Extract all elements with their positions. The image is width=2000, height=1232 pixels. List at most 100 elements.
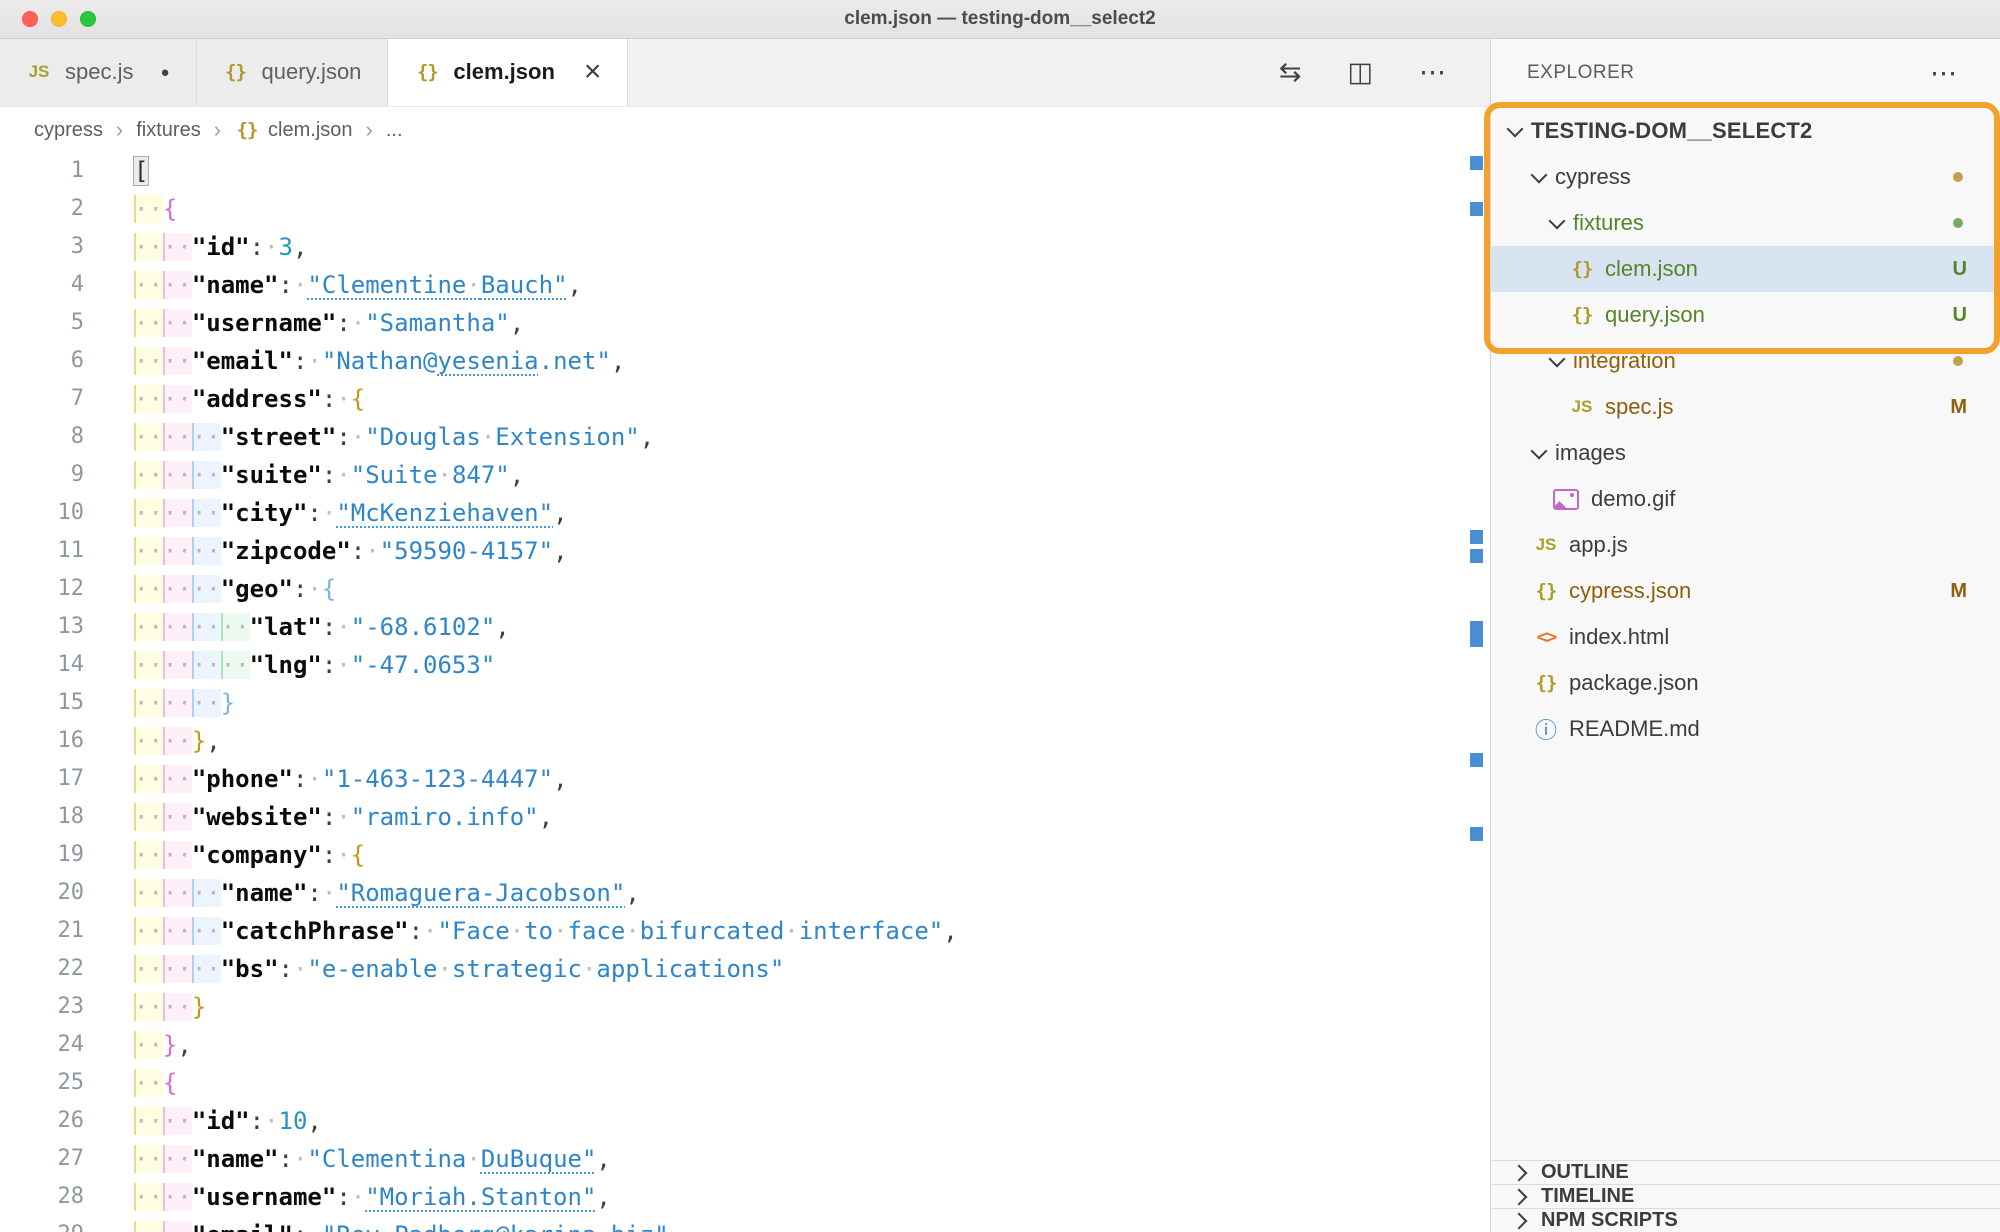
token: , [510,309,524,337]
whitespace: ·· [134,765,163,793]
line-number: 12 [0,570,84,608]
whitespace: · [336,461,350,489]
tab-spec.js[interactable]: JSspec.js● [0,38,197,106]
line-number: 21 [0,912,84,950]
line-number: 27 [0,1140,84,1178]
line-number: 1 [0,152,84,190]
token: } [163,1031,177,1059]
whitespace: ·· [163,575,192,603]
line-number: 29 [0,1216,84,1232]
token: , [495,613,509,641]
tab-query.json[interactable]: {}query.json [197,38,389,106]
token: , [553,765,567,793]
explorer-item-package-json[interactable]: {}package.json [1491,660,2000,706]
token: "city" [221,499,308,527]
editor-actions: ⇆ ◫ ⋯ [1279,38,1490,106]
whitespace: · [322,879,336,907]
code-line: ····"id":·10, [134,1102,1466,1140]
open-changes-icon[interactable]: ⇆ [1279,59,1302,86]
token: "Face [437,917,509,945]
sidebar-spacer [1491,752,2000,1160]
explorer-item-clem-json[interactable]: {}clem.jsonU [1491,246,2000,292]
token: "Clementina [307,1145,466,1173]
close-icon[interactable]: × [584,57,602,87]
sidebar-sections: OUTLINETIMELINENPM SCRIPTS [1491,1160,2000,1232]
whitespace: ·· [134,461,163,489]
breadcrumb-item-fixtures[interactable]: fixtures [136,119,200,142]
whitespace: ·· [163,765,192,793]
panel-outline[interactable]: OUTLINE [1491,1160,2000,1184]
explorer-item-integration[interactable]: integration [1491,338,2000,384]
whitespace: ·· [163,499,192,527]
whitespace: ·· [163,803,192,831]
whitespace: · [510,917,524,945]
json-icon: {} [1533,672,1559,694]
item-label: app.js [1569,532,1628,558]
whitespace: ·· [163,1221,192,1232]
token: "Samantha" [365,309,510,337]
explorer-item-app-js[interactable]: JSapp.js [1491,522,2000,568]
item-label: demo.gif [1591,486,1675,512]
token: "phone" [192,765,293,793]
line-number: 10 [0,494,84,532]
whitespace: ·· [163,347,192,375]
split-editor-icon[interactable]: ◫ [1347,59,1373,86]
panel-npm-scripts[interactable]: NPM SCRIPTS [1491,1208,2000,1232]
explorer-item-images[interactable]: images [1491,430,2000,476]
token: "address" [192,385,322,413]
whitespace: ·· [134,651,163,679]
code-editor[interactable]: 1234567891011121314151617181920212223242… [0,152,1490,1232]
breadcrumb-item-[interactable]: ... [386,119,403,142]
token: "email" [192,1221,293,1232]
token: : [250,1107,264,1135]
token: "geo" [221,575,293,603]
token: DuBuque" [481,1145,597,1173]
whitespace: ·· [134,195,163,223]
code-line: ······"zipcode":·"59590-4157", [134,532,1466,570]
explorer-item-fixtures[interactable]: fixtures [1491,200,2000,246]
explorer-item-cypress[interactable]: cypress [1491,154,2000,200]
token: , [553,499,567,527]
more-actions-icon[interactable]: ⋯ [1419,59,1446,86]
json-icon: {} [1569,304,1595,326]
explorer-item-spec-js[interactable]: JSspec.jsM [1491,384,2000,430]
token: { [351,385,365,413]
json-icon: {} [414,61,440,83]
code-line: ····"id":·3, [134,228,1466,266]
whitespace: ·· [134,1183,163,1211]
explorer-item-index-html[interactable]: <>index.html [1491,614,2000,660]
git-dot-badge [1953,218,1963,228]
tab-label: clem.json [453,59,554,85]
item-label: spec.js [1605,394,1673,420]
explorer-item-testing-dom__select2[interactable]: TESTING-DOM__SELECT2 [1491,108,2000,154]
breadcrumb-item-clemjson[interactable]: {}clem.json [234,119,352,142]
whitespace: ·· [134,917,163,945]
token: : [322,613,336,641]
explorer-more-actions-icon[interactable]: ⋯ [1930,60,1957,87]
line-number: 9 [0,456,84,494]
token: "suite" [221,461,322,489]
explorer-header: EXPLORER ⋯ [1491,38,2000,108]
code-line: ····} [134,988,1466,1026]
whitespace: ·· [134,727,163,755]
explorer-item-demo-gif[interactable]: demo.gif [1491,476,2000,522]
token: : [307,499,321,527]
code-line: ······"geo":·{ [134,570,1466,608]
code-line: ····}, [134,722,1466,760]
diagnostic-mark [1470,202,1483,216]
explorer-item-query-json[interactable]: {}query.jsonU [1491,292,2000,338]
line-number: 20 [0,874,84,912]
whitespace: · [264,233,278,261]
whitespace: · [336,841,350,869]
line-number: 18 [0,798,84,836]
chevron-right-icon [1511,1164,1528,1181]
tab-clem.json[interactable]: {} clem.json × [388,38,628,106]
panel-timeline[interactable]: TIMELINE [1491,1184,2000,1208]
whitespace: · [784,917,798,945]
whitespace: · [307,765,321,793]
whitespace: ·· [163,423,192,451]
breadcrumb-item-cypress[interactable]: cypress [34,119,103,142]
explorer-item-cypress-json[interactable]: {}cypress.jsonM [1491,568,2000,614]
token: , [510,461,524,489]
explorer-item-readme-md[interactable]: ⓘREADME.md [1491,706,2000,752]
